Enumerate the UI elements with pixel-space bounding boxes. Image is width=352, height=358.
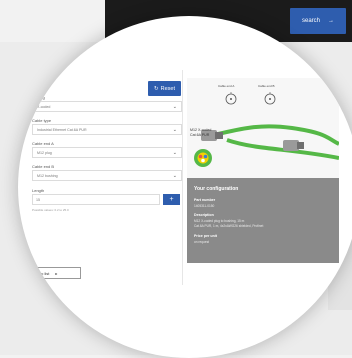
cable-type-select[interactable]: Industrial Ethernet Cat.6A PUR ⌄ <box>32 124 182 135</box>
cable-end-a-caption: Cable end A <box>218 84 235 88</box>
cable-end-b-select[interactable]: M12 bushing ⌄ <box>32 170 182 181</box>
field-label-end-b: Cable end B <box>32 164 55 169</box>
connector-face-a-icon <box>225 92 237 105</box>
product-name: M12 X-coded Cat.6A PUR <box>190 128 211 137</box>
field-label-coding: Coding <box>32 95 45 100</box>
reset-label: Reset <box>160 85 175 92</box>
description-line2: Cat.6A PUR, 1 m, 4x2xAWG26 shielded, Pro… <box>194 224 264 228</box>
length-hint: Possible values: 0.2 to 25.0 <box>32 208 69 212</box>
length-input[interactable]: 15 <box>32 194 160 205</box>
part-number-value: 1405311-0150 <box>194 204 215 208</box>
your-configuration-panel: Your configuration Part number 1405311-0… <box>187 178 339 263</box>
panel-divider <box>182 70 183 285</box>
caret-right-icon: ▸ <box>55 270 58 276</box>
field-label-cable-type: Cable type <box>32 118 52 123</box>
reset-icon: ↻ <box>154 85 159 92</box>
chevron-down-icon: ⌄ <box>172 104 177 110</box>
reset-button[interactable]: ↻ Reset <box>148 81 181 96</box>
cable-end-b-value: M12 bushing <box>37 173 58 178</box>
field-label-length: Length <box>32 188 45 193</box>
chevron-down-icon: ⌄ <box>172 150 177 156</box>
coding-value: X-coded <box>37 104 51 109</box>
product-name-line2: Cat.6A PUR <box>190 132 210 137</box>
to-list-label: to list <box>40 270 50 276</box>
your-configuration-heading: Your configuration <box>194 186 239 192</box>
magnifier-lens: onfiguration ↻ Reset Coding X-coded ⌄ Ca… <box>18 16 352 358</box>
chevron-down-icon: ⌄ <box>172 173 177 179</box>
connector-face-b-icon <box>264 92 276 105</box>
configurator-title: onfiguration <box>30 74 57 80</box>
chevron-down-icon: ⌄ <box>172 127 177 133</box>
field-label-end-a: Cable end A <box>32 141 54 146</box>
description-line1: M12 X-coded plug to bushing, 15 m <box>194 219 245 223</box>
part-number-label: Part number <box>194 198 216 202</box>
coding-select[interactable]: X-coded ⌄ <box>32 101 182 112</box>
cable-type-value: Industrial Ethernet Cat.6A PUR <box>37 127 87 132</box>
product-name-line1: M12 X-coded <box>190 128 212 132</box>
add-length-button[interactable]: + <box>163 194 180 205</box>
cable-end-a-select[interactable]: M12 plug ⌄ <box>32 147 182 158</box>
cable-end-a-value: M12 plug <box>37 150 52 155</box>
to-list-button[interactable]: to list ▸ <box>35 267 81 279</box>
cable-end-b-caption: Cable end B <box>258 84 275 88</box>
price-value: on request <box>194 240 210 244</box>
price-label: Price per unit <box>194 234 217 238</box>
description-label: Description <box>194 213 214 217</box>
